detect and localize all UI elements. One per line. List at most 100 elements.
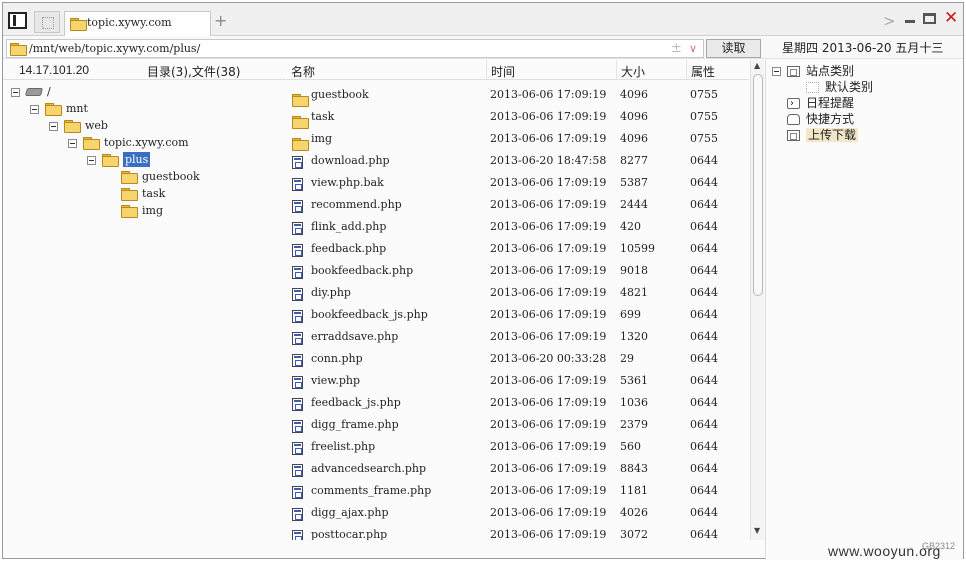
upload-download-item[interactable]: 上传下载 [787,127,859,143]
forward-icon[interactable]: > [883,12,896,30]
tree-node-plus[interactable]: plus [87,152,151,169]
collapse-icon[interactable] [49,121,58,131]
php-file-icon [292,332,303,345]
php-file-icon [292,398,303,411]
file-size: 4026 [620,506,648,519]
file-row[interactable]: flink_add.php 2013-06-06 17:09:19 420 0644 [287,216,749,238]
column-header-perm[interactable]: 属性 [691,63,715,80]
file-row[interactable]: bookfeedback.php 2013-06-06 17:09:19 9018 0… [287,260,749,282]
file-name: advancedsearch.php [311,462,427,475]
tree-node-guestbook[interactable]: guestbook [121,169,200,186]
file-list-scrollbar[interactable]: ▲ ▼ [750,60,764,540]
tree-node-root[interactable]: / [11,84,51,101]
file-name: feedback_js.php [311,396,401,409]
tree-node-site[interactable]: topic.xywy.com [68,135,189,152]
file-time: 2013-06-06 17:09:19 [490,484,607,497]
collapse-icon[interactable] [30,104,39,114]
file-row[interactable]: download.php 2013-06-20 18:47:58 8277 0644 [287,150,749,172]
column-divider[interactable] [686,60,687,80]
scroll-up-icon[interactable]: ▲ [754,61,760,70]
site-category-item[interactable]: 站点类别 [772,63,854,79]
maximize-icon[interactable] [923,13,936,24]
collapse-icon[interactable] [11,87,20,97]
tree-node-mnt[interactable]: mnt [30,101,88,118]
tab-title: topic.xywy.com [87,16,172,29]
scroll-down-icon[interactable]: ▼ [754,526,760,535]
file-row[interactable]: feedback_js.php 2013-06-06 17:09:19 1036 06… [287,392,749,414]
file-perm: 0644 [690,330,718,343]
scroll-thumb[interactable] [753,74,763,296]
column-header-size[interactable]: 大小 [621,63,645,80]
file-row[interactable]: conn.php 2013-06-20 00:33:28 29 0644 [287,348,749,370]
column-divider[interactable] [616,60,617,80]
sidebar-toggle-icon[interactable] [8,12,27,29]
folder-icon [64,120,81,133]
file-perm: 0644 [690,462,718,475]
file-row[interactable]: recommend.php 2013-06-06 17:09:19 2444 0644 [287,194,749,216]
file-row[interactable]: digg_frame.php 2013-06-06 17:09:19 2379 064… [287,414,749,436]
php-file-icon [292,376,303,389]
file-row[interactable]: view.php.bak 2013-06-06 17:09:19 5387 0644 [287,172,749,194]
file-size: 4821 [620,286,648,299]
file-row[interactable]: erraddsave.php 2013-06-06 17:09:19 1320 064… [287,326,749,348]
file-row[interactable]: freelist.php 2013-06-06 17:09:19 560 0644 [287,436,749,458]
tree-node-task[interactable]: task [121,186,165,203]
file-size: 2444 [620,198,648,211]
file-row[interactable]: posttocar.php 2013-06-06 17:09:19 3072 0644 [287,524,749,540]
right-panel: 站点类别 默认类别 日程提醒 快捷方式 上传下载 [765,60,963,560]
folder-icon [121,205,138,218]
default-category-item[interactable]: 默认类别 [806,79,873,95]
close-icon[interactable]: ✕ [944,8,958,28]
file-name: recommend.php [311,198,402,211]
file-name: digg_frame.php [311,418,399,431]
path-input[interactable]: /mnt/web/topic.xywy.com/plus/ ± ∨ [6,39,704,58]
collapse-icon[interactable] [772,67,781,76]
file-name: bookfeedback.php [311,264,414,277]
collapse-icon[interactable] [68,138,77,148]
dir-file-count: 目录(3),文件(38) [147,65,241,79]
schedule-item[interactable]: 日程提醒 [787,95,854,112]
file-row[interactable]: task 2013-06-06 17:09:19 4096 0755 [287,106,749,129]
read-button[interactable]: 读取 [706,39,761,58]
folder-icon [121,188,138,201]
file-time: 2013-06-06 17:09:19 [490,528,607,540]
file-size: 8843 [620,462,648,475]
date-display: 星期四 2013-06-20 五月十三 [782,41,944,55]
file-row[interactable]: img 2013-06-06 17:09:19 4096 0755 [287,128,749,151]
file-name: feedback.php [311,242,387,255]
tree-node-web[interactable]: web [49,118,108,135]
tree-header: 14.17.101.20 目录(3),文件(38) [3,60,286,80]
file-row[interactable]: comments_frame.php 2013-06-06 17:09:19 118… [287,480,749,502]
minimize-icon[interactable] [905,20,915,23]
column-divider[interactable] [486,60,487,80]
file-name: flink_add.php [311,220,387,233]
file-row[interactable]: bookfeedback_js.php 2013-06-06 17:09:19 69… [287,304,749,326]
folder-icon [292,116,309,129]
file-size: 5361 [620,374,648,387]
tree-node-img[interactable]: img [121,203,163,220]
file-row[interactable]: view.php 2013-06-06 17:09:19 5361 0644 [287,370,749,392]
drive-icon [24,88,44,96]
file-row[interactable]: guestbook 2013-06-06 17:09:19 4096 0755 [287,84,749,107]
file-size: 3072 [620,528,648,540]
tab-topic-xywy[interactable]: topic.xywy.com [64,11,211,36]
file-row[interactable]: advancedsearch.php 2013-06-06 17:09:19 884… [287,458,749,480]
blank-tab-icon[interactable] [34,11,60,33]
php-file-icon [292,244,303,257]
file-row[interactable]: feedback.php 2013-06-06 17:09:19 10599 0644 [287,238,749,260]
shortcuts-item[interactable]: 快捷方式 [787,111,854,127]
chevron-down-icon[interactable]: ∨ [689,40,697,58]
file-perm: 0644 [690,264,718,277]
plus-minus-icon[interactable]: ± [671,41,682,57]
file-row[interactable]: digg_ajax.php 2013-06-06 17:09:19 4026 0644 [287,502,749,524]
hand-icon [787,114,800,125]
add-tab-button[interactable]: + [214,13,227,29]
collapse-icon[interactable] [87,155,96,165]
column-header-name[interactable]: 名称 [291,63,315,80]
file-name: posttocar.php [311,528,388,540]
transfer-icon [787,130,800,141]
file-time: 2013-06-06 17:09:19 [490,330,607,343]
file-row[interactable]: diy.php 2013-06-06 17:09:19 4821 0644 [287,282,749,304]
column-header-time[interactable]: 时间 [491,63,515,80]
php-file-icon [292,486,303,499]
